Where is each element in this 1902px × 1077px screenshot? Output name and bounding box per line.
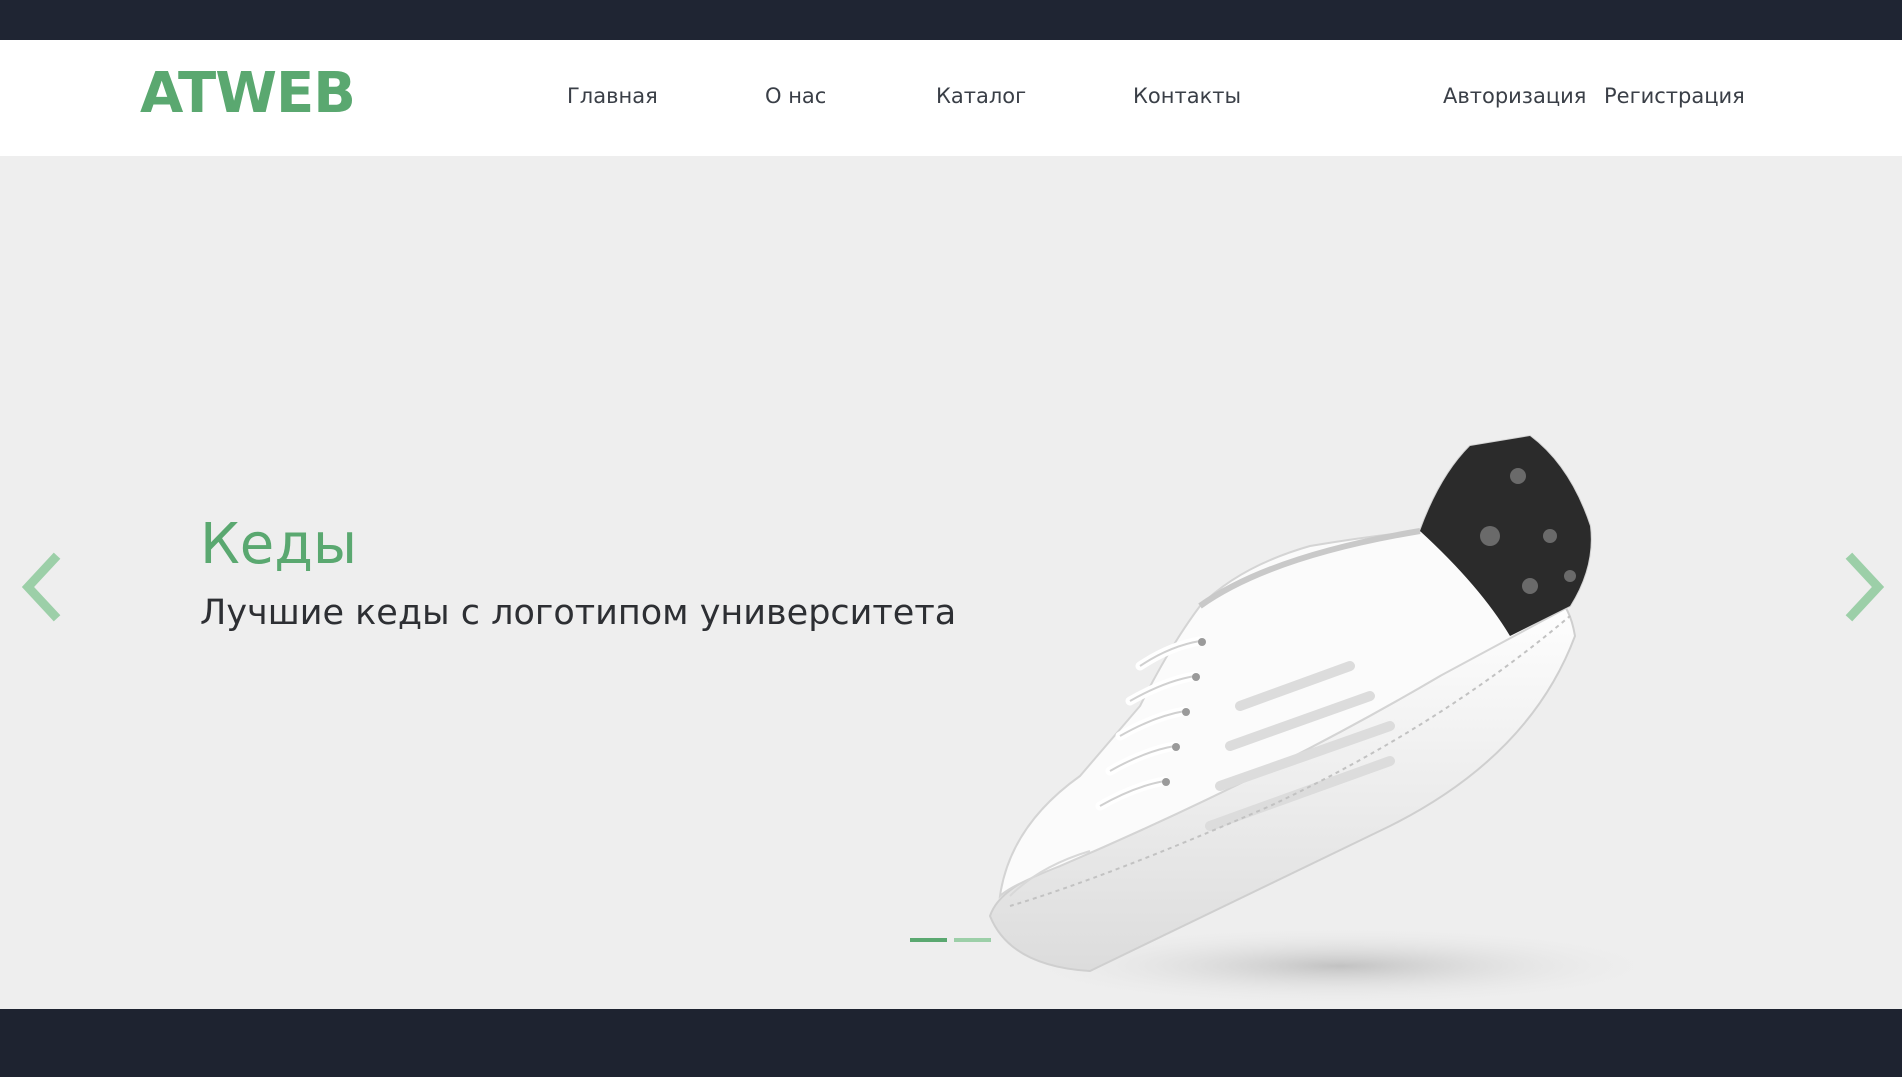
carousel-prev-button[interactable] xyxy=(18,551,68,623)
carousel-indicators xyxy=(910,938,991,944)
carousel-indicator-1[interactable] xyxy=(910,938,947,942)
nav-link-contacts[interactable]: Контакты xyxy=(1133,82,1241,110)
site-footer xyxy=(0,1009,1902,1077)
sneaker-image xyxy=(970,306,1690,1009)
chevron-left-icon xyxy=(18,551,68,623)
hero-carousel: Кеды Лучшие кеды с логотипом университет… xyxy=(0,156,1902,1009)
register-link[interactable]: Регистрация xyxy=(1604,82,1745,110)
site-header: ATWEB Главная О нас Каталог Контакты Авт… xyxy=(0,40,1902,156)
login-link[interactable]: Авторизация xyxy=(1443,82,1586,110)
nav-link-home[interactable]: Главная xyxy=(567,82,658,110)
carousel-indicator-2[interactable] xyxy=(954,938,991,942)
nav-link-about[interactable]: О нас xyxy=(765,82,826,110)
slide-title: Кеды xyxy=(200,512,358,577)
chevron-right-icon xyxy=(1838,551,1888,623)
carousel-next-button[interactable] xyxy=(1838,551,1888,623)
slide-subtitle: Лучшие кеды с логотипом университета xyxy=(200,593,957,633)
top-bar xyxy=(0,0,1902,40)
site-logo[interactable]: ATWEB xyxy=(140,58,356,130)
nav-link-catalog[interactable]: Каталог xyxy=(936,82,1026,110)
